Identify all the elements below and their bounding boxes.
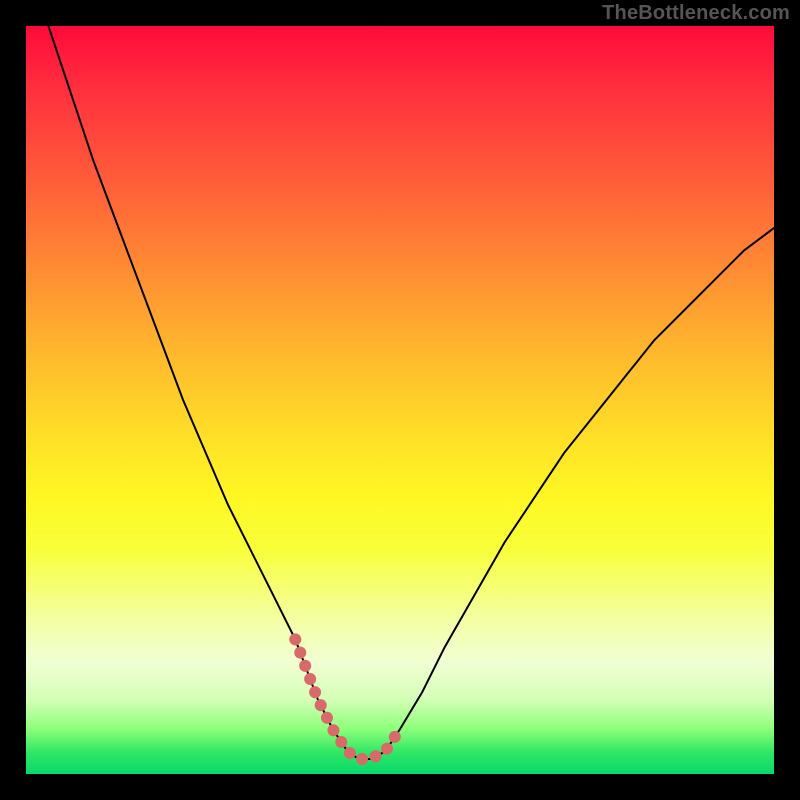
watermark-text: TheBottleneck.com — [602, 2, 790, 25]
optimal-range-highlight — [295, 639, 400, 759]
chart-frame: TheBottleneck.com — [0, 0, 800, 800]
plot-svg — [26, 26, 774, 774]
plot-area — [26, 26, 774, 774]
bottleneck-curve — [48, 26, 774, 759]
